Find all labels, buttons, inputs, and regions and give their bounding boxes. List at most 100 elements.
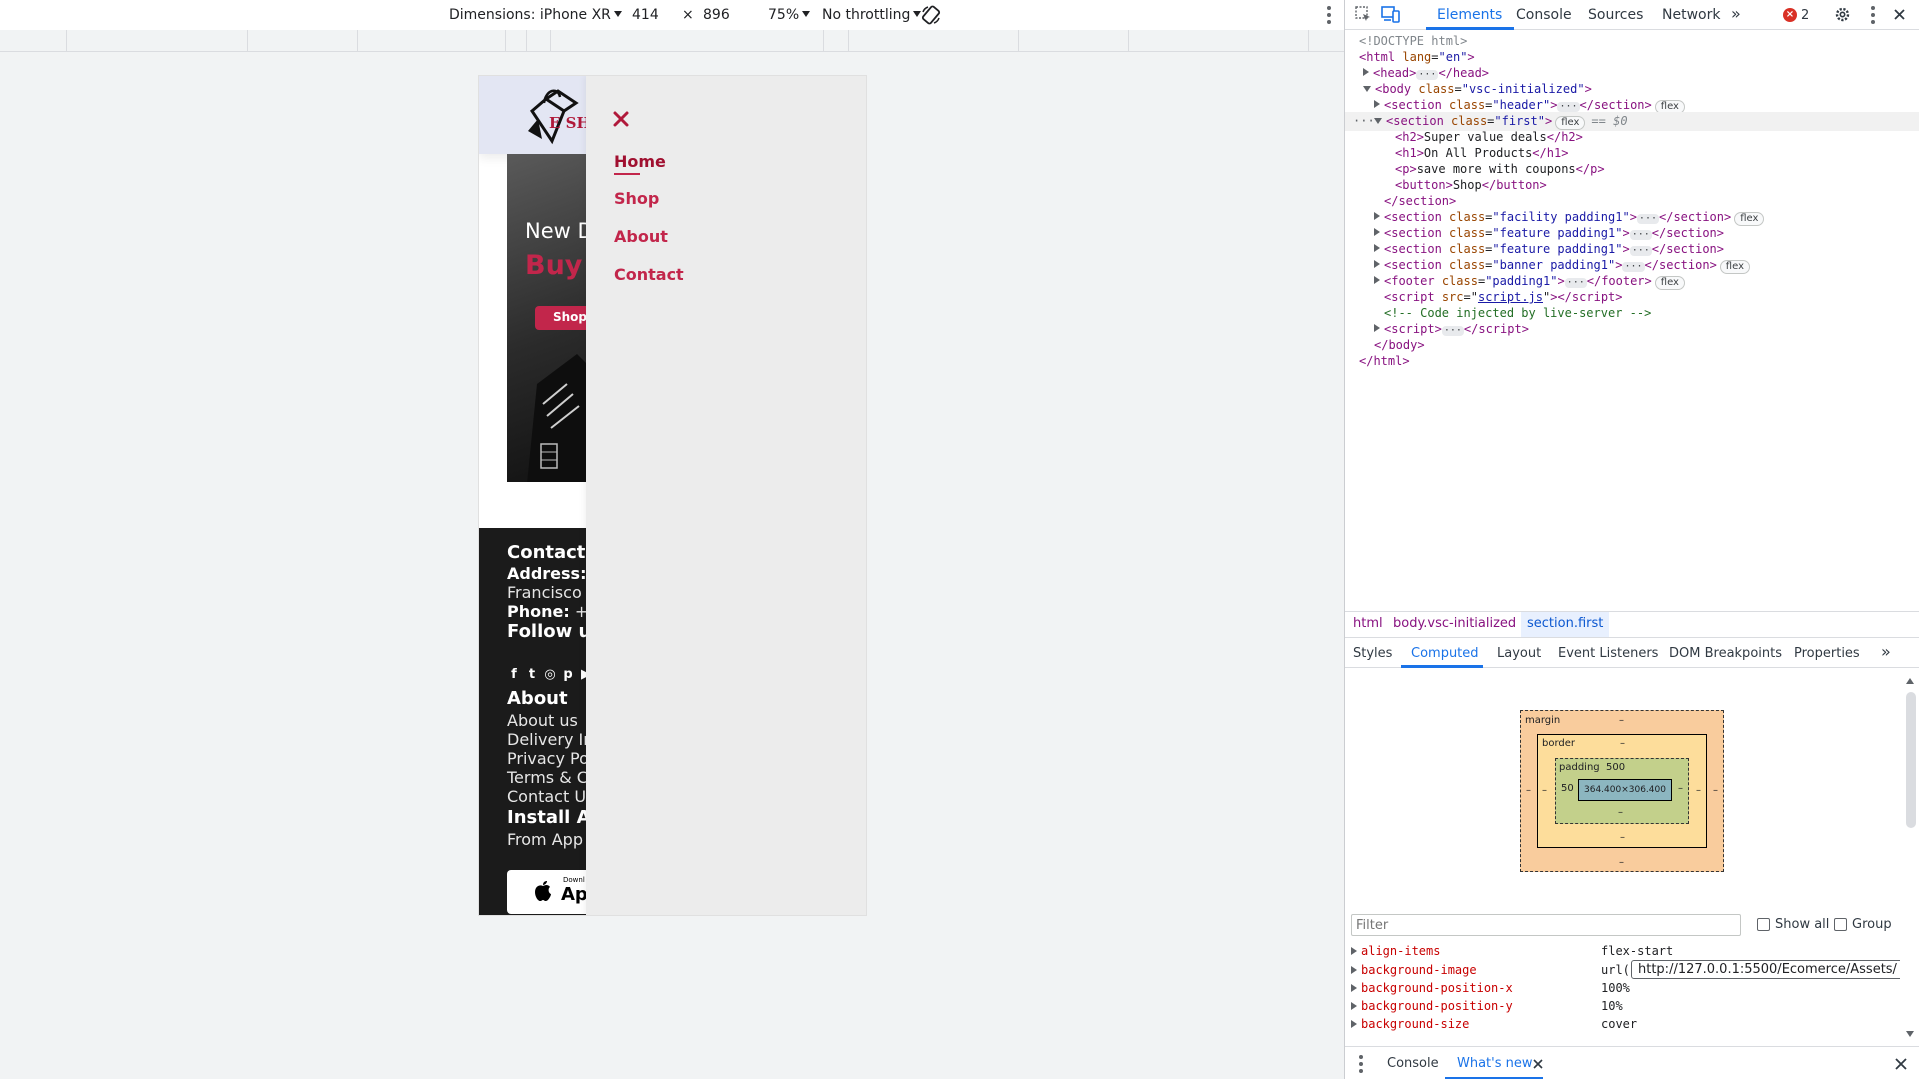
instagram-icon[interactable]: ◎ [543, 668, 557, 682]
box-model-padding[interactable]: padding 500 50 – – 364.400×306.400 [1555, 758, 1689, 824]
collapsed-ellipsis-icon[interactable]: ··· [1629, 246, 1652, 256]
dom-html-close[interactable]: </html> [1359, 352, 1410, 371]
collapsed-ellipsis-icon[interactable]: ··· [1557, 102, 1580, 112]
close-drawer-icon[interactable] [1895, 1058, 1907, 1070]
pinterest-icon[interactable]: p [561, 668, 575, 682]
nav-link-about[interactable]: About [614, 227, 668, 246]
padding-top-value[interactable]: 500 [1606, 762, 1625, 773]
collapse-arrow-icon[interactable] [1363, 86, 1371, 92]
inspect-element-icon[interactable] [1355, 6, 1372, 23]
show-all-checkbox[interactable] [1757, 918, 1770, 931]
expand-arrow-icon[interactable] [1351, 966, 1357, 974]
breadcrumb-html[interactable]: html [1353, 612, 1383, 637]
flex-badge[interactable]: flex [1654, 276, 1685, 290]
computed-property-row[interactable]: background-position-x 100% [1351, 981, 1900, 999]
zoom-dropdown[interactable]: 75% [768, 7, 811, 23]
tab-layout[interactable]: Layout [1497, 646, 1541, 661]
drawer-tab-console[interactable]: Console [1387, 1056, 1439, 1071]
collapse-arrow-icon[interactable] [1374, 118, 1382, 124]
expand-arrow-icon[interactable] [1363, 68, 1369, 76]
scrollbar-thumb[interactable] [1906, 692, 1916, 828]
script-src-link[interactable]: script.js [1478, 290, 1543, 304]
computed-property-row[interactable]: background-size cover [1351, 1017, 1900, 1035]
close-devtools-icon[interactable] [1893, 8, 1906, 21]
footer-contact-link[interactable]: Contact Us [507, 787, 594, 806]
close-icon[interactable] [612, 110, 630, 128]
scroll-down-icon[interactable] [1906, 1031, 1914, 1037]
expand-arrow-icon[interactable] [1374, 228, 1380, 236]
throttling-dropdown[interactable]: No throttling [822, 7, 922, 23]
filter-input[interactable] [1351, 914, 1741, 936]
nav-link-contact[interactable]: Contact [614, 265, 684, 284]
margin-bottom-value[interactable]: – [1619, 857, 1624, 868]
drawer-tab-whats-new[interactable]: What's new [1457, 1056, 1533, 1071]
devtools-more-icon[interactable] [1871, 6, 1875, 24]
error-icon[interactable]: × [1783, 8, 1797, 22]
close-tab-icon[interactable] [1533, 1059, 1543, 1069]
margin-right-value[interactable]: – [1713, 785, 1718, 796]
computed-property-row[interactable]: background-position-y 10% [1351, 999, 1900, 1017]
tab-properties[interactable]: Properties [1794, 646, 1860, 661]
error-count[interactable]: 2 [1801, 8, 1809, 23]
gear-icon[interactable] [1834, 6, 1851, 23]
expand-arrow-icon[interactable] [1351, 1020, 1357, 1028]
border-top-value[interactable]: – [1620, 738, 1625, 749]
footer-about-link[interactable]: About us [507, 711, 578, 730]
collapsed-ellipsis-icon[interactable]: ··· [1416, 70, 1439, 80]
expand-arrow-icon[interactable] [1374, 260, 1380, 268]
drawer-more-icon[interactable] [1359, 1055, 1363, 1073]
border-left-value[interactable]: – [1542, 785, 1547, 796]
rotate-icon[interactable] [920, 4, 942, 26]
flex-badge[interactable]: flex [1734, 212, 1765, 226]
breadcrumb-section-first[interactable]: section.first [1521, 612, 1610, 637]
flex-badge[interactable]: flex [1719, 260, 1750, 274]
more-subtabs-icon[interactable]: » [1881, 642, 1891, 661]
expand-arrow-icon[interactable] [1374, 100, 1380, 108]
nav-link-home[interactable]: Home [614, 152, 666, 171]
collapsed-ellipsis-icon[interactable]: ··· [1636, 214, 1659, 224]
collapsed-ellipsis-icon[interactable]: ··· [1622, 262, 1645, 272]
device-toolbar-more-icon[interactable] [1327, 6, 1331, 24]
more-tabs-icon[interactable]: » [1731, 4, 1741, 23]
tab-network[interactable]: Network [1662, 7, 1720, 23]
node-actions-icon[interactable]: ··· [1353, 112, 1375, 131]
computed-property-row[interactable]: background-image url( http://127.0.0.1:5… [1351, 960, 1900, 981]
expand-arrow-icon[interactable] [1351, 1002, 1357, 1010]
border-bottom-value[interactable]: – [1620, 832, 1625, 843]
expand-arrow-icon[interactable] [1374, 324, 1380, 332]
computed-scrollbar[interactable] [1903, 676, 1918, 1042]
collapsed-ellipsis-icon[interactable]: ··· [1441, 326, 1464, 336]
group-checkbox[interactable] [1834, 918, 1847, 931]
box-model-border[interactable]: border – – – – padding 500 50 – – 364.40… [1537, 734, 1707, 848]
expand-arrow-icon[interactable] [1374, 212, 1380, 220]
margin-top-value[interactable]: – [1619, 715, 1624, 726]
breadcrumb-body[interactable]: body.vsc-initialized [1393, 612, 1516, 637]
expand-arrow-icon[interactable] [1351, 947, 1357, 955]
tab-elements[interactable]: Elements [1437, 7, 1502, 23]
device-toggle-icon[interactable] [1381, 6, 1401, 23]
expand-arrow-icon[interactable] [1374, 276, 1380, 284]
device-width-input[interactable]: 414 [632, 7, 659, 23]
tab-event-listeners[interactable]: Event Listeners [1558, 646, 1658, 661]
scroll-up-icon[interactable] [1906, 678, 1914, 684]
nav-link-shop[interactable]: Shop [614, 189, 659, 208]
tab-dom-breakpoints[interactable]: DOM Breakpoints [1669, 646, 1782, 661]
tab-sources[interactable]: Sources [1588, 7, 1643, 23]
tab-console[interactable]: Console [1516, 7, 1572, 23]
twitter-icon[interactable]: t [525, 668, 539, 682]
margin-left-value[interactable]: – [1526, 785, 1531, 796]
footer-terms-link[interactable]: Terms & Co [507, 768, 598, 787]
tab-computed[interactable]: Computed [1411, 646, 1479, 661]
device-height-input[interactable]: 896 [703, 7, 730, 23]
collapsed-ellipsis-icon[interactable]: ··· [1629, 230, 1652, 240]
box-model-margin[interactable]: margin – – – – border – – – – padding 50… [1520, 710, 1724, 872]
device-dimensions-dropdown[interactable]: Dimensions: iPhone XR [449, 7, 622, 23]
facebook-icon[interactable]: f [507, 668, 521, 682]
tab-styles[interactable]: Styles [1353, 646, 1392, 661]
box-model-content-size[interactable]: 364.400×306.400 [1578, 779, 1672, 801]
padding-bottom-value[interactable]: – [1618, 807, 1623, 818]
footer-privacy-link[interactable]: Privacy Poli [507, 749, 598, 768]
padding-left-value[interactable]: 50 [1561, 783, 1574, 794]
expand-arrow-icon[interactable] [1351, 984, 1357, 992]
padding-right-value[interactable]: – [1678, 783, 1683, 794]
